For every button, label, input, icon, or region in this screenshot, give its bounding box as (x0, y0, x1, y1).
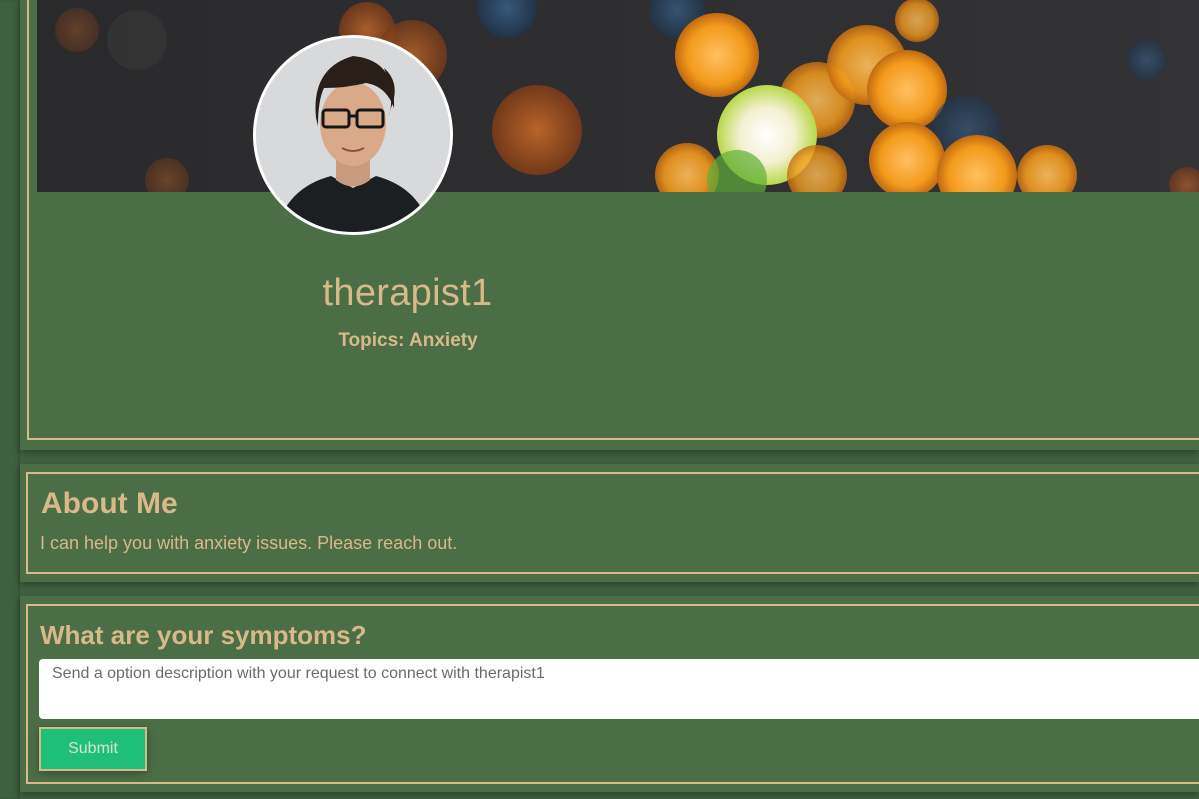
symptoms-description-input[interactable] (39, 659, 1199, 719)
about-me-title: About Me (41, 487, 178, 520)
symptoms-frame: What are your symptoms? Submit (26, 604, 1199, 784)
profile-card: therapist1 Topics: Anxiety (20, 0, 1199, 450)
therapist-name: therapist1 (322, 272, 493, 314)
profile-banner-image (37, 0, 1199, 192)
therapist-topics: Topics: Anxiety (338, 330, 478, 351)
therapist-profile-page: therapist1 Topics: Anxiety About Me I ca… (0, 0, 1199, 799)
about-me-text: I can help you with anxiety issues. Plea… (40, 533, 458, 553)
page-left-border (0, 0, 20, 799)
therapist-avatar (253, 35, 453, 235)
about-me-frame: About Me I can help you with anxiety iss… (26, 472, 1199, 574)
about-me-card: About Me I can help you with anxiety iss… (20, 464, 1199, 582)
symptoms-title: What are your symptoms? (40, 620, 367, 650)
symptoms-card: What are your symptoms? Submit (20, 596, 1199, 792)
submit-button[interactable]: Submit (39, 727, 147, 771)
